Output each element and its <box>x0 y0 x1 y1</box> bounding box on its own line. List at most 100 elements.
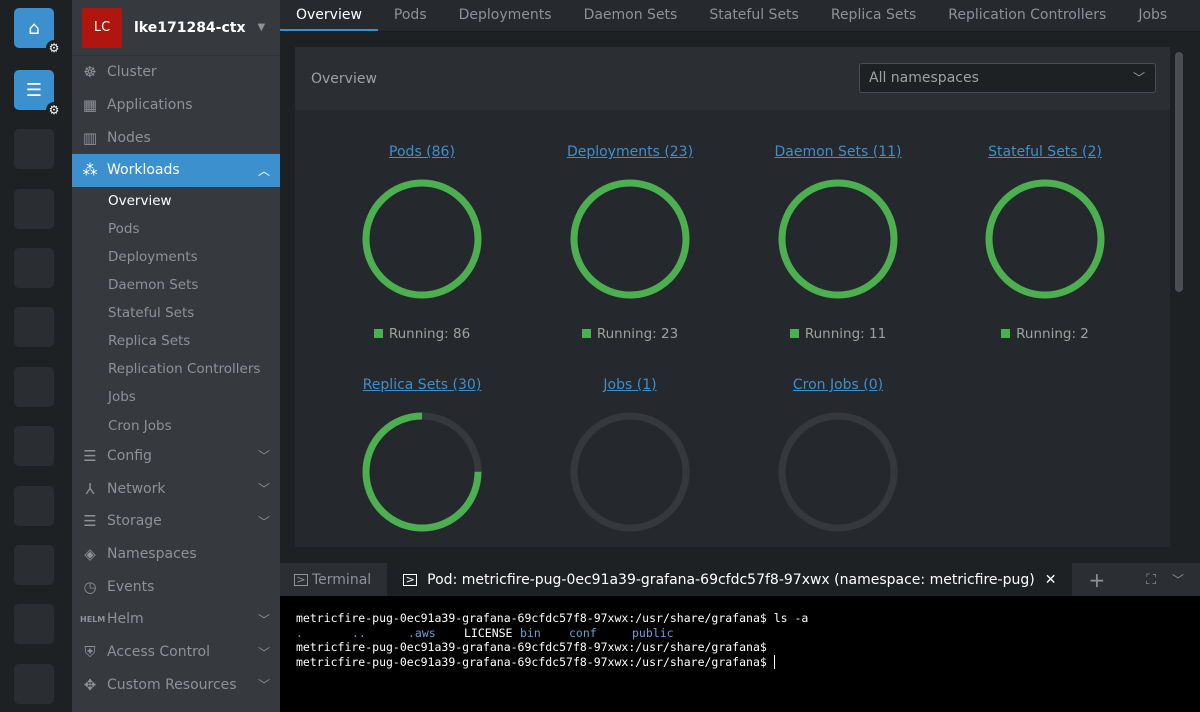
sidebar-item-label: Network <box>107 480 166 497</box>
sidebar-sub-overview[interactable]: Overview <box>72 187 280 215</box>
chevron-down-icon[interactable]: ﹀ <box>258 447 270 464</box>
sidebar-sub-pods[interactable]: Pods <box>72 215 280 243</box>
cluster-context[interactable]: LC lke171284-ctx ▼ <box>72 0 280 56</box>
sidebar-item-label: Workloads <box>107 162 180 179</box>
tab-replication-controllers[interactable]: Replication Controllers <box>932 0 1122 31</box>
chart-title-link[interactable]: Jobs (1) <box>603 377 656 393</box>
chart-title-link[interactable]: Replica Sets (30) <box>363 377 482 393</box>
sidebar-sub-jobs[interactable]: Jobs <box>72 383 280 411</box>
sidebar-item-nodes[interactable]: ▥ Nodes <box>72 121 280 154</box>
namespace-select[interactable]: All namespaces ﹀ <box>859 63 1156 93</box>
ls-entry: public <box>632 625 674 640</box>
sidebar-item-access-control[interactable]: ⛨ Access Control ﹀ <box>72 636 280 669</box>
dock-tab-terminal[interactable]: > Terminal <box>280 563 387 596</box>
tab-pods[interactable]: Pods <box>378 0 443 31</box>
chevron-down-icon[interactable]: ﹀ <box>258 513 270 530</box>
fullscreen-icon[interactable]: ⛶ <box>1146 572 1156 588</box>
sidebar-sub-replication-controllers[interactable]: Replication Controllers <box>72 355 280 383</box>
home-button[interactable]: ⌂ ⚙ <box>14 8 62 56</box>
list-icon: ☰ <box>83 446 97 465</box>
sidebar-item-helm[interactable]: HELM Helm ﹀ <box>72 603 280 636</box>
hotbar-slot[interactable] <box>14 129 54 169</box>
tab-cron-jobs[interactable]: Cron Jobs <box>1183 0 1200 31</box>
chart-title-link[interactable]: Deployments (23) <box>567 144 693 160</box>
sidebar-sub-daemon-sets[interactable]: Daemon Sets <box>72 271 280 299</box>
workload-chart: Replica Sets (30) <box>322 374 522 537</box>
terminal-output[interactable]: metricfire-pug-0ec91a39-grafana-69cfdc57… <box>280 596 1200 712</box>
dock-tabs: > Terminal > Pod: metricfire-pug-0ec91a39-… <box>280 563 1200 596</box>
sidebar-item-label: Access Control <box>107 644 210 661</box>
hotbar-slot[interactable] <box>14 248 54 288</box>
catalog-button[interactable]: ☰ ⚙ <box>14 70 62 118</box>
gear-icon[interactable]: ⚙ <box>46 40 62 56</box>
chevron-down-icon[interactable]: ﹀ <box>258 611 270 628</box>
add-tab-icon[interactable]: + <box>1088 568 1105 592</box>
sidebar-sub-replica-sets[interactable]: Replica Sets <box>72 327 280 355</box>
scrollbar[interactable] <box>1175 52 1183 292</box>
chart-title-link[interactable]: Pods (86) <box>389 144 455 160</box>
legend-swatch <box>581 329 591 338</box>
tab-deployments[interactable]: Deployments <box>443 0 568 31</box>
tab-stateful-sets[interactable]: Stateful Sets <box>693 0 814 31</box>
sidebar-item-label: Events <box>107 578 155 595</box>
sidebar-item-custom-resources[interactable]: ✥ Custom Resources ﹀ <box>72 668 280 701</box>
hotbar-slot[interactable] <box>14 486 54 526</box>
hotbar-slot[interactable] <box>14 367 54 407</box>
sidebar-item-label: Helm <box>107 611 144 628</box>
dock-tab-label: Pod: metricfire-pug-0ec91a39-grafana-69c… <box>427 571 1035 588</box>
workload-chart: Cron Jobs (0) <box>738 374 938 537</box>
chart-title-link[interactable]: Cron Jobs (0) <box>793 377 883 393</box>
status-ring <box>985 179 1105 299</box>
grid-icon: ▦ <box>82 96 98 115</box>
hotbar-slot[interactable] <box>14 307 54 347</box>
chart-legend: Running: 86 <box>322 326 522 342</box>
list-icon: ☰ <box>25 79 43 101</box>
sidebar-item-label: Storage <box>107 513 162 530</box>
sidebar-item-cluster[interactable]: ☸ Cluster <box>72 56 280 89</box>
sidebar-item-events[interactable]: ◷ Events <box>72 570 280 603</box>
hotbar-slot[interactable] <box>14 604 54 644</box>
tab-replica-sets[interactable]: Replica Sets <box>815 0 932 31</box>
chevron-down-icon: ﹀ <box>1132 71 1145 85</box>
dock-tab-label: Terminal <box>312 571 372 588</box>
sidebar-item-workloads[interactable]: ⁂ Workloads ︿ <box>72 154 280 187</box>
sidebar-item-namespaces[interactable]: ◈ Namespaces <box>72 538 280 571</box>
gear-icon[interactable]: ⚙ <box>46 102 62 118</box>
overview-title: Overview <box>311 70 377 87</box>
sidebar-item-storage[interactable]: ☰ Storage ﹀ <box>72 505 280 538</box>
tab-daemon-sets[interactable]: Daemon Sets <box>568 0 694 31</box>
chevron-up-icon[interactable]: ︿ <box>258 162 270 179</box>
status-ring <box>570 412 690 532</box>
layers-icon: ◈ <box>84 545 96 563</box>
dock-tab-pod-shell[interactable]: > Pod: metricfire-pug-0ec91a39-grafana-69… <box>387 563 1073 596</box>
terminal-icon: > <box>403 573 418 586</box>
status-ring <box>362 412 482 532</box>
chevron-down-icon[interactable]: ﹀ <box>258 480 270 497</box>
ls-entry: bin <box>520 625 541 640</box>
sidebar-item-applications[interactable]: ▦ Applications <box>72 89 280 122</box>
hotbar-slot[interactable] <box>14 426 54 466</box>
chevron-down-icon[interactable]: ﹀ <box>258 644 270 661</box>
hotbar-slot[interactable] <box>14 664 54 704</box>
hotbar-slot[interactable] <box>14 189 54 229</box>
chart-title-link[interactable]: Stateful Sets (2) <box>988 144 1102 160</box>
tab-overview[interactable]: Overview <box>280 0 378 31</box>
close-icon[interactable]: ✕ <box>1045 572 1057 588</box>
caret-down-icon[interactable]: ▼ <box>258 22 266 33</box>
sidebar-sub-stateful-sets[interactable]: Stateful Sets <box>72 299 280 327</box>
tab-jobs[interactable]: Jobs <box>1122 0 1183 31</box>
chevron-down-icon[interactable]: ﹀ <box>258 676 270 693</box>
chart-title-link[interactable]: Daemon Sets (11) <box>775 144 902 160</box>
cluster-name: lke171284-ctx <box>134 19 246 36</box>
hotbar-slot[interactable] <box>14 545 54 585</box>
home-icon: ⌂ <box>28 17 40 39</box>
legend-swatch <box>1001 329 1011 338</box>
legend-swatch <box>373 329 383 338</box>
status-ring <box>778 179 898 299</box>
chevron-down-icon[interactable]: ﹀ <box>1172 571 1184 588</box>
sidebar-sub-deployments[interactable]: Deployments <box>72 243 280 271</box>
sidebar-item-config[interactable]: ☰ Config ﹀ <box>72 440 280 473</box>
sidebar-sub-cron-jobs[interactable]: Cron Jobs <box>72 412 280 440</box>
cluster-avatar: LC <box>82 7 122 48</box>
sidebar-item-network[interactable]: ⅄ Network ﹀ <box>72 472 280 505</box>
